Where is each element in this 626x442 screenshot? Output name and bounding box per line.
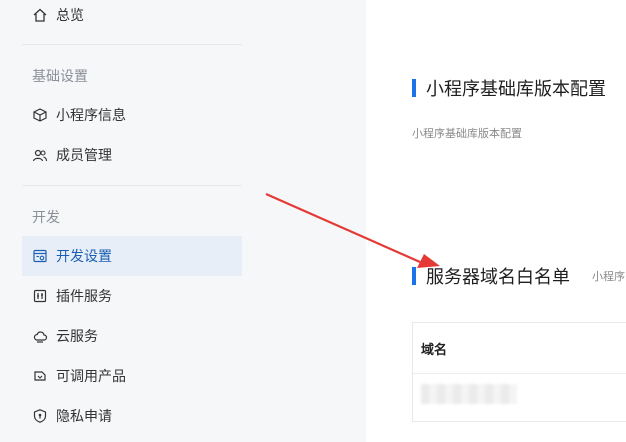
- sidebar-item-dev-settings[interactable]: 开发设置: [22, 236, 242, 276]
- cube-icon: [32, 107, 48, 123]
- sidebar-item-label: 总览: [56, 8, 84, 24]
- sidebar-item-privacy-application[interactable]: 隐私申请: [22, 396, 242, 436]
- section-title-server-domain: 服务器域名白名单 小程序: [412, 263, 625, 289]
- settings-window-icon: [32, 248, 48, 264]
- sidebar-item-label: 隐私申请: [56, 409, 112, 425]
- sidebar-item-callable-products[interactable]: 可调用产品: [22, 356, 242, 396]
- sidebar-item-label: 插件服务: [56, 289, 112, 305]
- sidebar-item-label: 开发设置: [56, 249, 112, 265]
- main-content: 小程序基础库版本配置 小程序基础库版本配置 服务器域名白名单 小程序 域名: [366, 0, 626, 442]
- sidebar-item-label: 云服务: [56, 329, 98, 345]
- api-icon: [32, 368, 48, 384]
- users-icon: [32, 147, 48, 163]
- sidebar-item-mini-program-info[interactable]: 小程序信息: [22, 95, 242, 135]
- sidebar-divider: [22, 44, 242, 45]
- section-title-text: 服务器域名白名单: [426, 267, 570, 288]
- sidebar-item-label: 小程序信息: [56, 108, 126, 124]
- section-title-text: 小程序基础库版本配置: [426, 79, 606, 100]
- table-header: 域名: [413, 323, 626, 374]
- cloud-icon: [32, 328, 48, 344]
- blurred-domain-value: [421, 384, 517, 404]
- column-header-domain: 域名: [421, 342, 448, 358]
- group-label-basic: 基础设置: [32, 69, 88, 85]
- sidebar-item-label: 成员管理: [56, 148, 112, 164]
- section-description: 小程序基础库版本配置: [412, 127, 522, 140]
- sidebar-item-label: 可调用产品: [56, 369, 126, 385]
- home-icon: [32, 7, 48, 23]
- sidebar: 总览 基础设置 小程序信息 成员管理 开发 开发设置 插件服务 云服务 可调用产…: [0, 0, 366, 442]
- sidebar-item-cloud-service[interactable]: 云服务: [22, 316, 242, 356]
- sidebar-item-overview[interactable]: 总览: [22, 0, 242, 35]
- sidebar-divider: [22, 185, 242, 186]
- sidebar-item-plugin-service[interactable]: 插件服务: [22, 276, 242, 316]
- shield-icon: [32, 408, 48, 424]
- sidebar-item-member-management[interactable]: 成员管理: [22, 135, 242, 175]
- accent-bar: [412, 79, 416, 97]
- group-label-dev: 开发: [32, 210, 60, 226]
- section-description: 小程序: [592, 270, 625, 283]
- domain-table: 域名: [412, 322, 626, 422]
- accent-bar: [412, 267, 416, 285]
- plugin-icon: [32, 288, 48, 304]
- section-title-lib-version: 小程序基础库版本配置: [412, 75, 606, 101]
